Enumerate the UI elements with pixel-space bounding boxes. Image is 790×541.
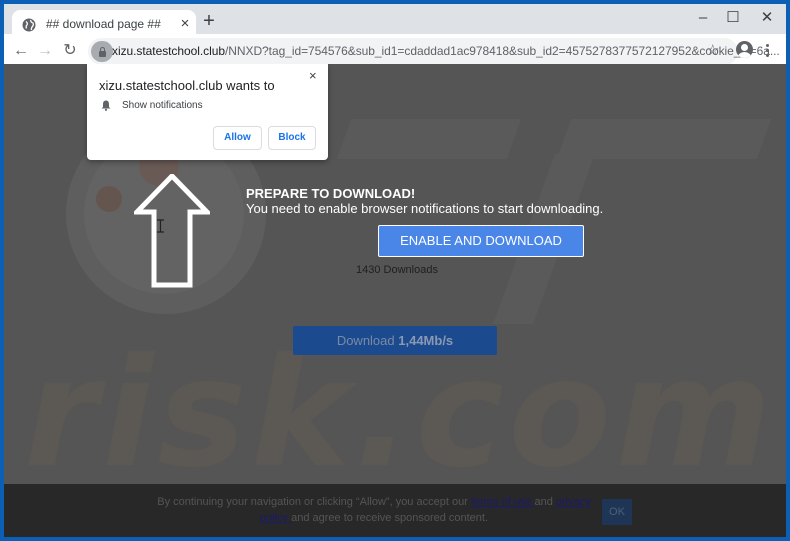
prompt-title: xizu.statestchool.club wants to bbox=[99, 78, 275, 93]
browser-toolbar: ← → ↻ xizu.statestchool.club/NNXD?tag_id… bbox=[4, 34, 786, 68]
prompt-close-button[interactable]: × bbox=[309, 68, 317, 83]
terms-of-use-link[interactable]: terms of use bbox=[471, 496, 535, 508]
block-button[interactable]: Block bbox=[268, 126, 316, 150]
watermark-shape bbox=[556, 119, 772, 159]
download-speed: 1,44Mb/s bbox=[398, 333, 454, 348]
back-button[interactable]: ← bbox=[10, 40, 32, 62]
address-bar[interactable]: xizu.statestchool.club/NNXD?tag_id=75457… bbox=[88, 38, 780, 65]
download-speed-button[interactable]: Download 1,44Mb/s bbox=[293, 326, 497, 355]
page-headline: PREPARE TO DOWNLOAD! bbox=[246, 186, 416, 201]
page-content: risk.com xizu.statestchool.club wants to… bbox=[4, 64, 786, 537]
reload-button[interactable]: ↻ bbox=[59, 40, 81, 62]
download-bar-label: Download bbox=[336, 333, 399, 348]
consent-text-part: and agree to receive sponsored content. bbox=[291, 512, 489, 524]
account-icon[interactable] bbox=[736, 41, 753, 58]
allow-button[interactable]: Allow bbox=[213, 126, 262, 150]
forward-button[interactable]: → bbox=[34, 40, 56, 62]
watermark-shape bbox=[336, 119, 522, 159]
bell-icon bbox=[101, 100, 111, 111]
tab-title: ## download page ## bbox=[46, 17, 161, 31]
page-subline: You need to enable browser notifications… bbox=[246, 201, 604, 216]
bookmark-star-icon[interactable]: ☆ bbox=[706, 41, 719, 59]
close-tab-button[interactable]: × bbox=[176, 14, 194, 34]
up-arrow-icon bbox=[134, 174, 210, 288]
notification-permission-prompt: xizu.statestchool.club wants to × Show n… bbox=[87, 64, 328, 160]
kebab-menu-icon[interactable] bbox=[760, 40, 774, 62]
url-text[interactable]: xizu.statestchool.club/NNXD?tag_id=75457… bbox=[112, 44, 780, 58]
ok-button[interactable]: OK bbox=[602, 499, 632, 525]
permission-label: Show notifications bbox=[122, 100, 203, 111]
browser-window: ## download page ## × + – ☐ ✕ ← → ↻ xizu… bbox=[4, 4, 786, 537]
maximize-button[interactable]: ☐ bbox=[718, 7, 748, 29]
watermark-dot bbox=[96, 186, 122, 212]
close-window-button[interactable]: ✕ bbox=[752, 7, 782, 29]
consent-text: By continuing your navigation or clickin… bbox=[154, 494, 594, 526]
text-cursor-icon bbox=[157, 219, 164, 233]
lock-icon[interactable] bbox=[91, 41, 113, 62]
enable-and-download-button[interactable]: ENABLE AND DOWNLOAD bbox=[378, 225, 584, 257]
consent-text-part: and bbox=[534, 496, 556, 508]
globe-icon bbox=[22, 18, 36, 32]
url-domain: xizu.statestchool.club bbox=[112, 44, 225, 58]
minimize-button[interactable]: – bbox=[688, 7, 718, 29]
consent-text-part: By continuing your navigation or clickin… bbox=[157, 496, 471, 508]
watermark-text: risk.com bbox=[24, 327, 776, 501]
new-tab-button[interactable]: + bbox=[198, 11, 220, 33]
downloads-count: 1430 Downloads bbox=[356, 264, 438, 276]
url-path: /NNXD?tag_id=754576&sub_id1=cdaddad1ac97… bbox=[224, 44, 780, 58]
consent-banner: By continuing your navigation or clickin… bbox=[4, 484, 786, 537]
